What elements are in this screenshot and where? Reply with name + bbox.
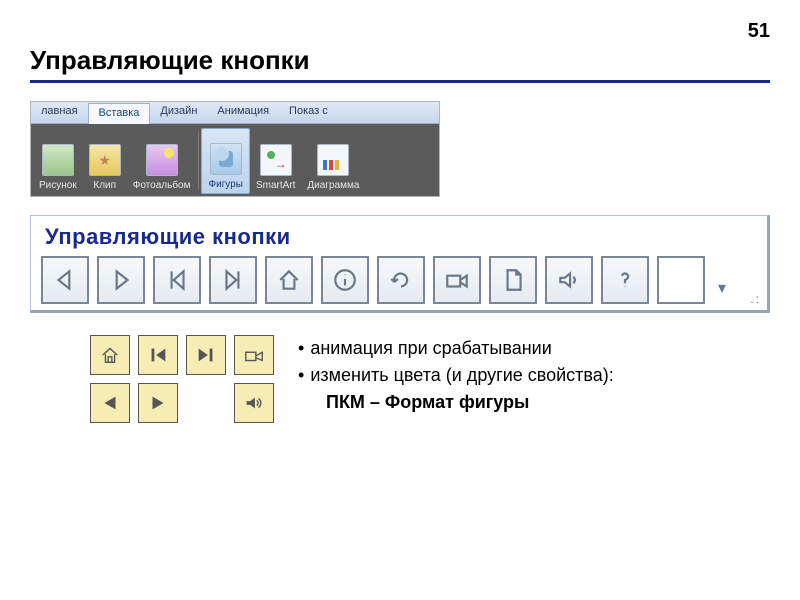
page-title: Управляющие кнопки [30, 45, 770, 83]
action-btn-custom[interactable] [657, 256, 705, 304]
ribbon-btn-label: Фигуры [208, 179, 242, 190]
ybtn-sound[interactable] [234, 383, 274, 423]
tab-animation[interactable]: Анимация [207, 102, 279, 123]
bullet-icon: • [298, 335, 304, 362]
action-btn-info[interactable] [321, 256, 369, 304]
shapes-icon [210, 143, 242, 175]
note-line-2: изменить цвета (и другие свойства): [310, 362, 613, 389]
ybtn-last[interactable] [186, 335, 226, 375]
note-line-3: ПКМ – Формат фигуры [298, 389, 614, 416]
yellow-buttons-grid [90, 335, 274, 423]
dropdown-arrow-icon[interactable]: ▾ [713, 278, 731, 304]
ribbon-btn-clip[interactable]: Клип [83, 128, 127, 194]
ribbon-btn-album[interactable]: Фотоальбом [127, 128, 197, 194]
action-btn-forward[interactable] [97, 256, 145, 304]
chart-icon [317, 144, 349, 176]
resize-handle-icon: .: [750, 292, 761, 306]
action-btn-back[interactable] [41, 256, 89, 304]
bottom-section: •анимация при срабатывании •изменить цве… [30, 335, 770, 423]
action-btn-sound[interactable] [545, 256, 593, 304]
ribbon-btn-label: Фотоальбом [133, 180, 191, 191]
album-icon [146, 144, 178, 176]
action-btn-help[interactable] [601, 256, 649, 304]
ribbon-tabs: лавная Вставка Дизайн Анимация Показ с [31, 102, 439, 124]
panel-title: Управляющие кнопки [41, 224, 757, 250]
ybtn-first[interactable] [138, 335, 178, 375]
ribbon-btn-label: SmartArt [256, 180, 295, 191]
action-btn-return[interactable] [377, 256, 425, 304]
picture-icon [42, 144, 74, 176]
ribbon-btn-label: Клип [93, 180, 116, 191]
ybtn-home[interactable] [90, 335, 130, 375]
ribbon-btn-label: Диаграмма [307, 180, 359, 191]
clip-icon [89, 144, 121, 176]
action-btn-first[interactable] [153, 256, 201, 304]
tab-home[interactable]: лавная [31, 102, 88, 123]
smartart-icon [260, 144, 292, 176]
note-line-1: анимация при срабатывании [310, 335, 551, 362]
ribbon-btn-smartart[interactable]: SmartArt [250, 128, 301, 194]
tab-slideshow[interactable]: Показ с [279, 102, 338, 123]
action-btn-movie[interactable] [433, 256, 481, 304]
bullet-icon: • [298, 362, 304, 389]
ybtn-forward[interactable] [138, 383, 178, 423]
action-btn-document[interactable] [489, 256, 537, 304]
tab-insert[interactable]: Вставка [88, 103, 151, 124]
page-number: 51 [30, 20, 770, 43]
action-buttons-row: ▾ [41, 256, 757, 304]
ribbon-btn-shapes[interactable]: Фигуры [201, 128, 249, 194]
action-btn-last[interactable] [209, 256, 257, 304]
ribbon-screenshot: лавная Вставка Дизайн Анимация Показ с Р… [30, 101, 440, 197]
separator [198, 132, 199, 190]
ybtn-back[interactable] [90, 383, 130, 423]
ybtn-movie[interactable] [234, 335, 274, 375]
ribbon-btn-label: Рисунок [39, 180, 77, 191]
notes-text: •анимация при срабатывании •изменить цве… [298, 335, 614, 416]
tab-design[interactable]: Дизайн [150, 102, 207, 123]
ribbon-btn-chart[interactable]: Диаграмма [301, 128, 365, 194]
action-buttons-panel: Управляющие кнопки ▾ .: [30, 215, 770, 313]
ribbon-band: Рисунок Клип Фотоальбом Фигуры SmartArt … [31, 124, 439, 196]
ribbon-btn-picture[interactable]: Рисунок [33, 128, 83, 194]
action-btn-home[interactable] [265, 256, 313, 304]
